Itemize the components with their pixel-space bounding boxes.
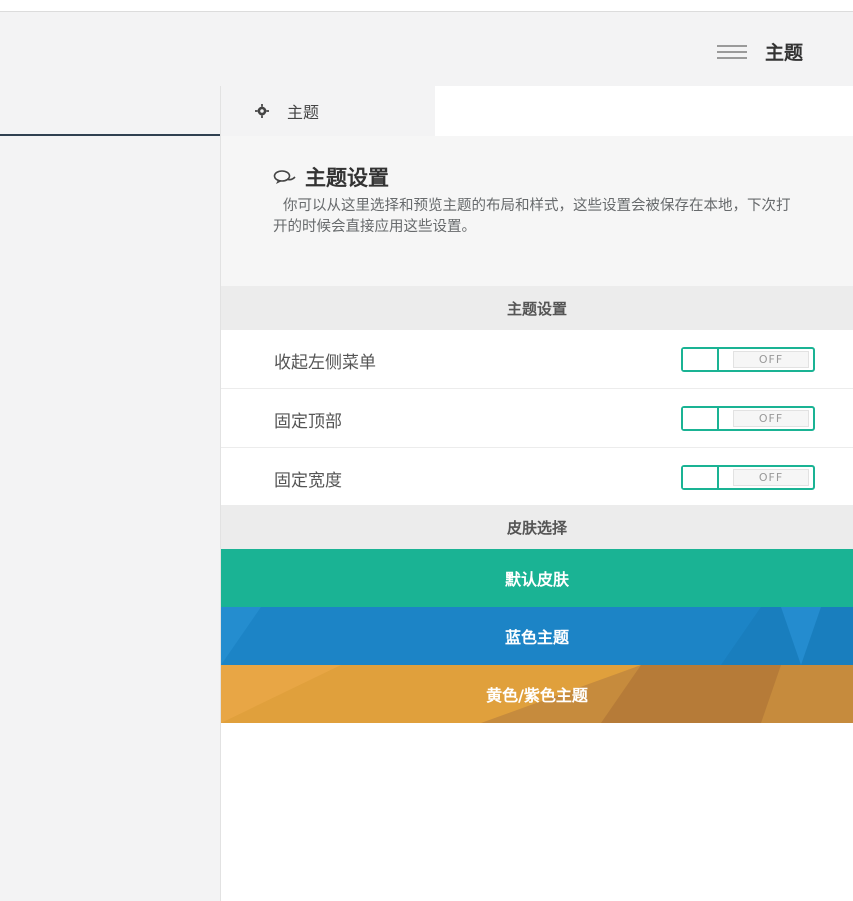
theme-intro: 主题设置 你可以从这里选择和预览主题的布局和样式，这些设置会被保存在本地，下次打… <box>221 136 853 286</box>
fixed-header-switch[interactable]: OFF <box>681 406 815 431</box>
right-sidebar: 主题 主题设置 你可以从这里选择和预览主题的布局和样式，这些设置会被保存在本地，… <box>221 86 853 901</box>
tab-theme[interactable]: 主题 <box>221 86 435 136</box>
intro-title: 主题设置 <box>305 166 389 190</box>
intro-description: 你可以从这里选择和预览主题的布局和样式，这些设置会被保存在本地，下次打开的时候会… <box>273 198 791 235</box>
theme-toggle-button[interactable]: 主题 <box>716 38 803 65</box>
settings-section-title: 主题设置 <box>221 286 853 330</box>
skins-section-title: 皮肤选择 <box>221 505 853 549</box>
skin-label: 默认皮肤 <box>504 570 569 589</box>
switch-knob <box>683 408 719 429</box>
page: 主题 主题 主题设置 你可以从这里选择和预览主题的布局和样式，这些设置会被保存在… <box>0 0 853 901</box>
setting-label: 固定宽度 <box>274 471 342 491</box>
intro-heading: 主题设置 <box>273 162 799 192</box>
switch-knob <box>683 349 719 370</box>
menu-icon <box>716 44 747 59</box>
collapse-menu-switch[interactable]: OFF <box>681 347 815 372</box>
skin-blue-button[interactable]: 蓝色主题 <box>221 607 853 665</box>
gear-icon <box>255 104 269 118</box>
skin-yellow-button[interactable]: 黄色/紫色主题 <box>221 665 853 723</box>
chat-icon <box>273 170 296 184</box>
skin-label: 黄色/紫色主题 <box>486 686 588 705</box>
setting-fixed-header: 固定顶部 OFF <box>221 389 853 448</box>
content-area <box>0 86 221 901</box>
top-navbar: 主题 <box>0 11 853 87</box>
content-divider <box>0 134 220 136</box>
switch-knob <box>683 467 719 488</box>
skin-label: 蓝色主题 <box>504 628 569 647</box>
skin-default-button[interactable]: 默认皮肤 <box>221 549 853 607</box>
setting-collapse-menu: 收起左侧菜单 OFF <box>221 330 853 389</box>
theme-toggle-label: 主题 <box>764 42 803 64</box>
setting-label: 收起左侧菜单 <box>274 353 376 373</box>
switch-state: OFF <box>733 351 809 368</box>
setting-label: 固定顶部 <box>274 412 342 432</box>
tab-strip: 主题 <box>221 86 853 136</box>
fixed-width-switch[interactable]: OFF <box>681 465 815 490</box>
tab-theme-label: 主题 <box>287 103 320 122</box>
switch-state: OFF <box>733 469 809 486</box>
switch-state: OFF <box>733 410 809 427</box>
setting-fixed-width: 固定宽度 OFF <box>221 448 853 507</box>
